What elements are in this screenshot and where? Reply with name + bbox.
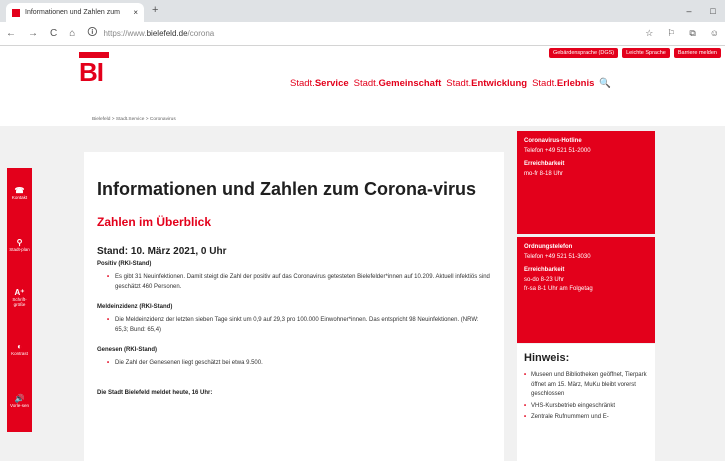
hinweis-title: Hinweis: xyxy=(524,352,570,364)
hinweis-item[interactable]: Zentrale Rufnummern und E- xyxy=(524,413,648,423)
window-controls: – □ xyxy=(677,0,725,22)
meldeinzidenz-label: Meldeinzidenz (RKI-Stand) xyxy=(97,304,173,310)
minimize-button[interactable]: – xyxy=(677,0,701,22)
stand-heading: Stand: 10. März 2021, 0 Uhr xyxy=(97,246,227,257)
positiv-text: Es gibt 31 Neuinfektionen. Damit steigt … xyxy=(97,272,491,292)
speaker-icon: 🔊 xyxy=(14,394,25,403)
nav-gemeinschaft[interactable]: Stadt.Gemeinschaft xyxy=(354,78,442,89)
nav-erlebnis[interactable]: Stadt.Erlebnis xyxy=(532,78,594,89)
sidebar-item-label: Kontakt xyxy=(11,195,28,200)
sidebar-item-schriftgroesse[interactable]: A⁺ Schrift-größe xyxy=(7,272,32,324)
ordnung-hours: so-do 8-23 Uhr xyxy=(524,276,565,283)
sidebar-item-kontakt[interactable]: ☎ Kontakt xyxy=(7,168,32,220)
web-page: BI Gebärdensprache (DGS) Leichte Sprache… xyxy=(0,46,725,461)
lock-icon: 🛈 xyxy=(87,27,98,38)
tab-title: Informationen und Zahlen zum xyxy=(25,9,120,16)
ordnung-box: Ordnungstelefon Telefon +49 521 51-3030 … xyxy=(517,237,655,343)
font-size-icon: A⁺ xyxy=(14,287,25,297)
nav-prefix: Stadt. xyxy=(353,78,379,89)
search-icon[interactable]: 🔍 xyxy=(599,78,611,89)
hinweis-item[interactable]: Museen und Bibliotheken geöffnet, Tierpa… xyxy=(524,371,648,400)
accessibility-links: Gebärdensprache (DGS) Leichte Sprache Ba… xyxy=(548,48,721,58)
url-field[interactable]: https://www.bielefeld.de/corona xyxy=(103,29,214,38)
phone-icon: ☎ xyxy=(14,186,25,195)
sidebar-item-label: Kontrast xyxy=(11,351,28,356)
address-bar: ← → C ⌂ 🛈 https://www.bielefeld.de/coron… xyxy=(0,22,725,46)
main-navigation: Stadt.Service Stadt.Gemeinschaft Stadt.E… xyxy=(290,78,611,89)
nav-label: Service xyxy=(314,78,349,89)
sidebar-item-label: Stadt-plan xyxy=(9,247,30,252)
positiv-label: Positiv (RKI-Stand) xyxy=(97,261,152,267)
ordnung-hours: fr-sa 8-1 Uhr am Folgetag xyxy=(524,286,593,292)
ordnung-reach-label: Erreichbarkeit xyxy=(524,267,565,273)
home-button[interactable]: ⌂ xyxy=(69,28,75,39)
logo-text: BI xyxy=(79,57,104,87)
nav-label: Entwicklung xyxy=(471,78,528,89)
nav-prefix: Stadt. xyxy=(446,78,472,89)
dgs-link[interactable]: Gebärdensprache (DGS) xyxy=(548,48,619,58)
genesen-label: Genesen (RKI-Stand) xyxy=(97,347,158,353)
nav-entwicklung[interactable]: Stadt.Entwicklung xyxy=(446,78,527,89)
forward-button[interactable]: → xyxy=(28,28,38,39)
browser-tab-strip: Informationen und Zahlen zum × + – □ xyxy=(0,0,725,22)
back-button[interactable]: ← xyxy=(6,28,16,39)
sidebar-item-stadtplan[interactable]: ⚲ Stadt-plan xyxy=(7,220,32,272)
page-title: Informationen und Zahlen zum Corona-viru… xyxy=(97,179,477,199)
breadcrumb[interactable]: Bielefeld > Stadt.Service > Coronavirus xyxy=(92,117,176,122)
ordnung-title: Ordnungstelefon xyxy=(524,244,573,250)
hotline-box: Coronavirus-Hotline Telefon +49 521 51-2… xyxy=(517,131,655,234)
url-path: /corona xyxy=(187,29,215,38)
hotline-title: Coronavirus-Hotline xyxy=(524,138,582,144)
browser-tab[interactable]: Informationen und Zahlen zum × xyxy=(6,3,144,22)
hinweis-box: Hinweis: Museen und Bibliotheken geöffne… xyxy=(517,344,655,461)
collections-icon[interactable]: ⧉ xyxy=(689,28,695,39)
bielefeld-logo[interactable]: BI xyxy=(79,52,110,87)
barriere-melden-link[interactable]: Barriere melden xyxy=(673,48,721,58)
url-host: bielefeld.de xyxy=(146,29,188,38)
sidebar-item-kontrast[interactable]: ◐ Kontrast xyxy=(7,324,32,376)
hinweis-item[interactable]: VHS-Kursbetrieb eingeschränkt xyxy=(524,402,648,412)
reader-mode-icon[interactable]: ☆ xyxy=(645,28,653,39)
browser-actions: ☆ ⚐ ⧉ ☺ xyxy=(645,28,719,39)
maximize-button[interactable]: □ xyxy=(701,0,725,22)
update-line: Die Stadt Bielefeld meldet heute, 16 Uhr… xyxy=(97,390,213,396)
reload-button[interactable]: C xyxy=(50,28,57,39)
sidebar-item-label: Schrift-größe xyxy=(12,296,27,307)
leichte-sprache-link[interactable]: Leichte Sprache xyxy=(622,48,670,58)
meldeinzidenz-text: Die Meldeinzidenz der letzten sieben Tag… xyxy=(97,315,491,335)
nav-label: Erlebnis xyxy=(556,78,595,89)
section-heading: Zahlen im Überblick xyxy=(97,215,212,229)
contrast-icon: ◐ xyxy=(17,342,22,351)
nav-prefix: Stadt. xyxy=(290,78,315,89)
profile-icon[interactable]: ☺ xyxy=(710,28,719,39)
nav-prefix: Stadt. xyxy=(532,78,557,89)
nav-service[interactable]: Stadt.Service xyxy=(290,78,349,89)
favicon-icon xyxy=(12,8,20,17)
nav-label: Gemeinschaft xyxy=(378,78,442,89)
tab-close-icon[interactable]: × xyxy=(133,8,138,17)
accessibility-sidebar: ☎ Kontakt ⚲ Stadt-plan A⁺ Schrift-größe ◐ Ko… xyxy=(7,168,32,432)
hotline-reach-label: Erreichbarkeit xyxy=(524,161,565,167)
url-prefix: https://www. xyxy=(103,29,147,38)
map-pin-icon: ⚲ xyxy=(16,238,23,247)
new-tab-button[interactable]: + xyxy=(152,4,158,16)
ordnung-phone[interactable]: Telefon +49 521 51-3030 xyxy=(524,253,648,263)
hotline-hours: mo-fr 8-18 Uhr xyxy=(524,170,564,177)
hotline-phone[interactable]: Telefon +49 521 51-2000 xyxy=(524,147,648,157)
favorites-icon[interactable]: ⚐ xyxy=(667,28,675,39)
sidebar-item-label: Vorle-sen xyxy=(9,403,29,408)
site-header: BI Gebärdensprache (DGS) Leichte Sprache… xyxy=(0,46,725,126)
sidebar-item-vorlesen[interactable]: 🔊 Vorle-sen xyxy=(7,376,32,428)
genesen-text: Die Zahl der Genesenen liegt geschätzt b… xyxy=(97,358,491,368)
main-content: Informationen und Zahlen zum Corona-viru… xyxy=(84,152,504,461)
